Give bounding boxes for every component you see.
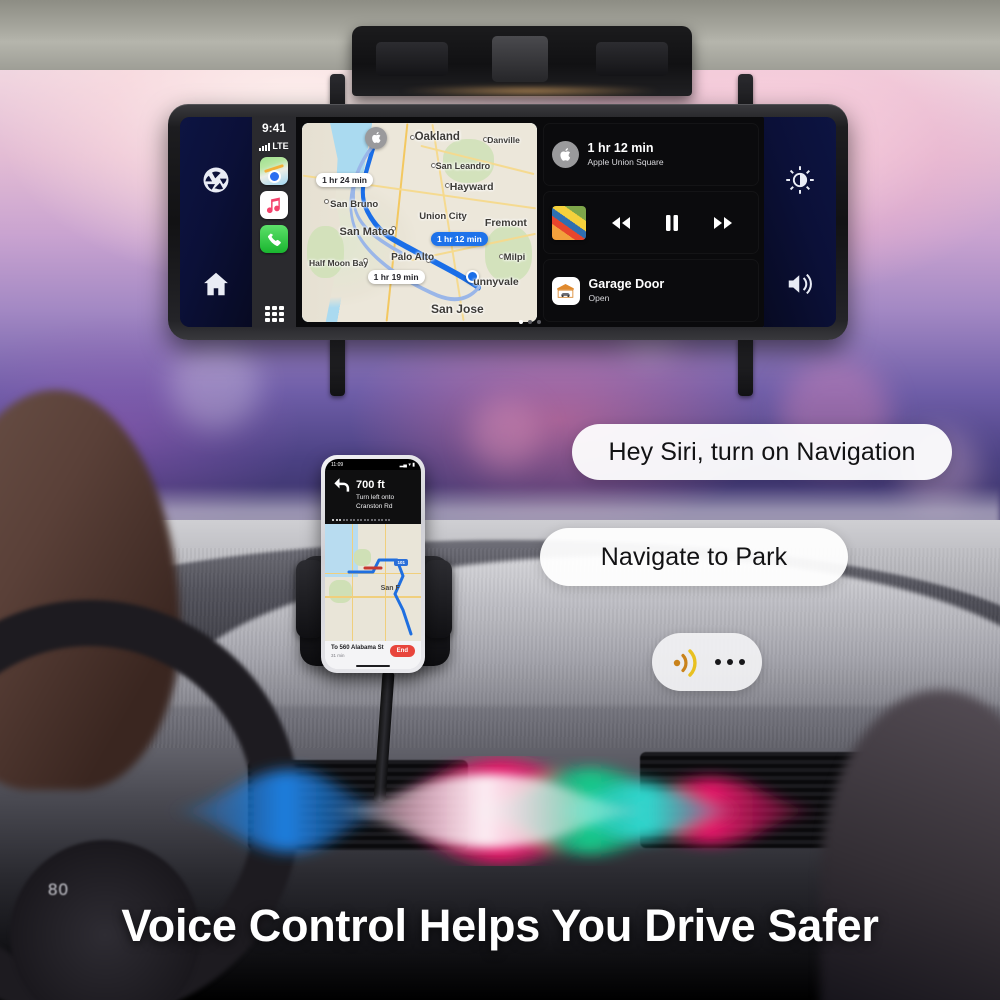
phone-handset-icon	[267, 233, 281, 246]
camera-shutter-icon[interactable]	[199, 163, 233, 197]
carplay-sidebar: 9:41 LTE	[252, 117, 296, 327]
map-eta-pill[interactable]: 1 hr 24 min	[316, 172, 373, 187]
home-icon[interactable]	[199, 267, 233, 301]
accessory-state: Open	[588, 292, 610, 303]
network-label: LTE	[272, 141, 289, 152]
eta-destination: Apple Union Square	[587, 156, 664, 167]
product-marketing-image: 80 9:41 LTE Oakland Danville San Leandro…	[0, 0, 1000, 1000]
smartphone: 11:09 ▂▄ ▾ ▮ 700 ft Turn left onto Crans…	[321, 455, 425, 673]
map-city-label: San Jose	[430, 302, 484, 317]
map-city-label: Fremont	[484, 216, 527, 229]
phone-eta: 31 min	[331, 653, 345, 658]
voice-command-bubble-2: Navigate to Park	[540, 528, 848, 586]
rearview-mirror-device: 9:41 LTE Oakland Danville San Leandro Ha…	[168, 104, 848, 340]
turn-left-arrow-icon	[332, 475, 351, 499]
volume-icon[interactable]	[783, 267, 817, 301]
brightness-icon[interactable]	[783, 163, 817, 197]
voice-assistant-button[interactable]	[652, 633, 762, 691]
map-city-label: San Bruno	[330, 198, 379, 210]
phone-destination: To 560 Alabama St	[331, 644, 384, 651]
signal-bars-icon	[259, 143, 271, 152]
phone-mount-claw-right	[424, 560, 452, 638]
map-city-dot	[324, 198, 330, 204]
phone-status-time: 11:09	[331, 461, 344, 468]
phone-nav-banner: 700 ft Turn left onto Cranston Rd	[325, 470, 421, 519]
map-city-label: Danville	[487, 134, 520, 145]
bokeh-light	[170, 340, 260, 430]
rewind-icon[interactable]	[610, 216, 632, 230]
bokeh-light	[470, 400, 540, 470]
map-city-label: Hayward	[449, 180, 494, 193]
map-city-label: unnyvale	[473, 276, 519, 289]
garage-door-icon	[551, 276, 580, 305]
map-city-label: San Mateo	[339, 226, 395, 239]
device-right-rail	[764, 117, 836, 327]
map-eta-pill[interactable]: 1 hr 19 min	[367, 270, 425, 285]
voice-command-bubble-1: Hey Siri, turn on Navigation	[572, 424, 952, 480]
widget-column: 1 hr 12 min Apple Union Square Garage Do…	[542, 123, 759, 322]
accessory-text-block: Garage Door Open	[589, 277, 665, 303]
apple-logo-icon	[551, 141, 579, 168]
maps-widget[interactable]: Oakland Danville San Leandro Hayward San Bru…	[302, 123, 537, 322]
console-ambient-glow	[400, 86, 660, 96]
console-lamp-right	[596, 42, 668, 76]
phone-screen: 11:09 ▂▄ ▾ ▮ 700 ft Turn left onto Crans…	[325, 459, 421, 669]
phone-home-indicator	[325, 662, 421, 669]
phone-route-line	[347, 558, 413, 636]
end-navigation-button[interactable]: End	[389, 645, 415, 658]
console-sunroof-control	[492, 36, 548, 82]
pause-icon[interactable]	[664, 214, 680, 232]
carplay-interface: 9:41 LTE Oakland Danville San Leandro Ha…	[252, 117, 764, 327]
phone-map[interactable]: 101 San F	[325, 523, 421, 641]
app-grid-icon[interactable]	[264, 306, 284, 322]
eta-duration: 1 hr 12 min	[587, 141, 654, 156]
phone-notch	[354, 459, 392, 468]
device-left-rail	[180, 117, 252, 327]
accessory-name: Garage Door	[588, 277, 665, 292]
nav-instruction: Turn left onto Cranston Rd	[356, 494, 395, 510]
mirror-mount-strap-bottom-left	[330, 336, 345, 396]
phone-mount-claw-left	[296, 560, 324, 638]
phone-destination-block: To 560 Alabama St 31 min	[331, 645, 384, 658]
fast-forward-icon[interactable]	[712, 216, 734, 230]
status-network: LTE	[259, 141, 289, 152]
map-city-label: Half Moon Bay	[309, 258, 369, 269]
carplay-app-music[interactable]	[260, 191, 288, 220]
more-dots-icon	[714, 659, 745, 665]
map-eta-pill[interactable]: 1 hr 12 min	[430, 232, 488, 247]
music-note-icon	[266, 197, 280, 214]
nav-distance: 700 ft	[356, 479, 385, 491]
home-accessory-widget[interactable]: Garage Door Open	[542, 259, 759, 322]
carplay-app-phone[interactable]	[260, 225, 288, 254]
apple-logo-icon	[371, 132, 381, 144]
media-controls	[595, 214, 750, 232]
mirror-screen: 9:41 LTE Oakland Danville San Leandro Ha…	[180, 117, 836, 327]
media-player-widget[interactable]	[542, 191, 759, 254]
phone-map-route-shield: 101	[394, 558, 408, 566]
carplay-app-maps[interactable]	[260, 157, 288, 186]
mirror-mount-strap-bottom-right	[738, 336, 753, 396]
map-city-label: San Leandro	[435, 160, 491, 171]
nav-banner-text: 700 ft Turn left onto Cranston Rd	[356, 475, 414, 512]
eta-text-block: 1 hr 12 min Apple Union Square	[588, 141, 664, 167]
voice-broadcast-icon	[673, 649, 697, 677]
phone-nav-footer: To 560 Alabama St 31 min End	[325, 640, 421, 662]
page-indicator[interactable]	[519, 320, 541, 324]
console-lamp-left	[376, 42, 448, 76]
map-city-label: Oakland	[414, 130, 460, 143]
album-artwork	[551, 205, 586, 240]
map-city-label: Milpi	[503, 252, 526, 264]
speedometer-value: 80	[48, 880, 69, 899]
status-time: 9:41	[261, 121, 287, 135]
carplay-dashboard: Oakland Danville San Leandro Hayward San Bru…	[296, 117, 764, 327]
map-city-label: Palo Alto	[391, 252, 435, 264]
page-headline: Voice Control Helps You Drive Safer	[121, 900, 879, 951]
map-city-label: Union City	[419, 210, 467, 222]
navigation-eta-widget[interactable]: 1 hr 12 min Apple Union Square	[542, 123, 759, 186]
phone-status-icons: ▂▄ ▾ ▮	[399, 461, 415, 468]
phone-map-city-label: San F	[380, 584, 400, 592]
